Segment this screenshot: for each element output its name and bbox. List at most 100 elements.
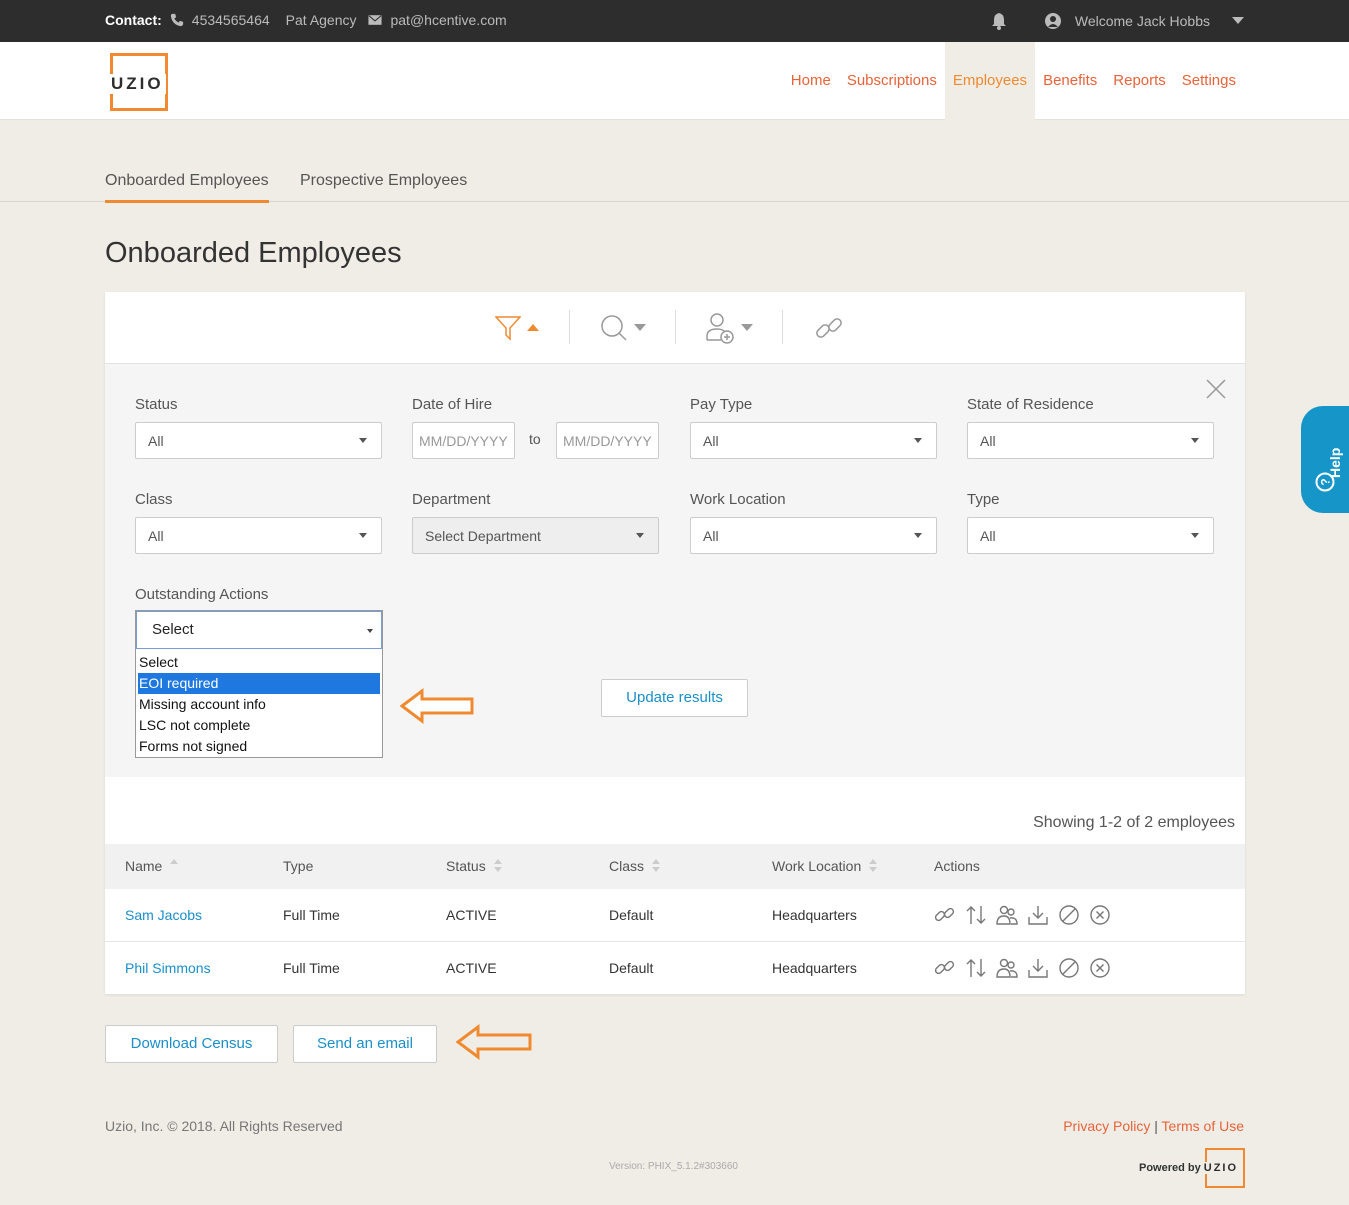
tab-onboarded-employees[interactable]: Onboarded Employees — [105, 172, 269, 203]
employee-location: Headquarters — [772, 960, 857, 976]
chevron-down-icon — [741, 324, 753, 331]
sub-tabs: Onboarded Employees Prospective Employee… — [0, 120, 1349, 203]
option-missing-account-info[interactable]: Missing account info — [138, 694, 380, 715]
outstanding-actions-select[interactable]: Select Select EOI required Missing accou… — [135, 610, 383, 758]
hire-date-to-input[interactable]: MM/DD/YYYY — [556, 422, 659, 459]
transfer-icon[interactable] — [965, 957, 987, 979]
terms-of-use-link[interactable]: Terms of Use — [1162, 1118, 1244, 1134]
outstanding-actions-options: Select EOI required Missing account info… — [136, 649, 382, 760]
update-results-button[interactable]: Update results — [601, 679, 748, 717]
filter-icon — [495, 316, 521, 341]
status-select[interactable]: All — [135, 422, 382, 459]
results-count: Showing 1-2 of 2 employees — [1033, 814, 1235, 831]
nav-reports[interactable]: Reports — [1105, 42, 1174, 120]
download-census-button[interactable]: Download Census — [105, 1025, 278, 1063]
user-avatar-icon — [1044, 13, 1061, 29]
copyright: Uzio, Inc. © 2018. All Rights Reserved — [105, 1118, 343, 1134]
filter-panel: Status All Date of Hire MM/DD/YYYY to MM… — [105, 364, 1245, 777]
employee-location: Headquarters — [772, 907, 857, 923]
nav-settings[interactable]: Settings — [1174, 42, 1244, 120]
search-icon — [601, 315, 627, 341]
dependents-icon[interactable] — [996, 904, 1018, 926]
state-label: State of Residence — [967, 396, 1094, 413]
outstanding-actions-value[interactable]: Select — [136, 611, 382, 649]
state-select[interactable]: All — [967, 422, 1214, 459]
footer-links: Privacy Policy | Terms of Use — [1063, 1118, 1244, 1134]
employee-name-link[interactable]: Sam Jacobs — [125, 907, 202, 923]
column-header-work-location[interactable]: Work Location — [772, 858, 878, 874]
chevron-down-icon[interactable] — [1232, 17, 1244, 25]
filter-toggle[interactable] — [495, 312, 539, 344]
type-select[interactable]: All — [967, 517, 1214, 554]
help-tab[interactable]: Help ? — [1301, 406, 1349, 513]
phone-icon — [170, 13, 183, 27]
employee-type: Full Time — [283, 907, 340, 923]
link-toggle[interactable] — [813, 312, 845, 344]
sort-asc-icon — [170, 859, 179, 873]
main-nav: Home Subscriptions Employees Benefits Re… — [783, 42, 1244, 120]
question-icon: ? — [1315, 472, 1335, 492]
nav-subscriptions[interactable]: Subscriptions — [839, 42, 945, 120]
row-actions — [934, 904, 1111, 926]
department-label: Department — [412, 491, 491, 508]
date-of-hire-label: Date of Hire — [412, 396, 493, 413]
work-location-label: Work Location — [690, 491, 786, 508]
nav-home[interactable]: Home — [783, 42, 839, 120]
dependents-icon[interactable] — [996, 957, 1018, 979]
department-select[interactable]: Select Department — [412, 517, 659, 554]
employee-name-link[interactable]: Phil Simmons — [125, 960, 211, 976]
nav-employees[interactable]: Employees — [944, 42, 1036, 120]
annotation-arrow-left — [400, 688, 474, 724]
transfer-icon[interactable] — [965, 904, 987, 926]
caret-up-icon — [527, 324, 539, 331]
tab-prospective-employees[interactable]: Prospective Employees — [300, 172, 467, 200]
link-icon[interactable] — [934, 904, 956, 926]
annotation-arrow-left — [456, 1024, 532, 1060]
class-select[interactable]: All — [135, 517, 382, 554]
contact-agency: Pat Agency — [285, 12, 357, 28]
sort-icon — [493, 859, 502, 873]
option-lsc-not-complete[interactable]: LSC not complete — [138, 715, 380, 736]
sort-icon — [869, 859, 878, 873]
contact-label: Contact: — [105, 12, 162, 28]
table-row: Phil Simmons Full Time ACTIVE Default He… — [105, 942, 1245, 995]
privacy-policy-link[interactable]: Privacy Policy — [1063, 1118, 1150, 1134]
date-to-label: to — [529, 431, 541, 447]
block-icon[interactable] — [1058, 904, 1080, 926]
pay-type-select[interactable]: All — [690, 422, 937, 459]
column-header-status[interactable]: Status — [446, 858, 502, 874]
hire-date-from-input[interactable]: MM/DD/YYYY — [412, 422, 515, 459]
bell-icon[interactable] — [991, 12, 1007, 30]
footer-separator: | — [1154, 1118, 1158, 1134]
contact-email[interactable]: pat@hcentive.com — [390, 12, 506, 28]
work-location-select[interactable]: All — [690, 517, 937, 554]
add-employee-toggle[interactable] — [705, 312, 753, 344]
block-icon[interactable] — [1058, 957, 1080, 979]
search-toggle[interactable] — [600, 312, 646, 344]
nav-benefits[interactable]: Benefits — [1035, 42, 1105, 120]
link-icon — [816, 318, 842, 338]
status-label: Status — [135, 396, 178, 413]
link-icon[interactable] — [934, 957, 956, 979]
column-header-name[interactable]: Name — [125, 858, 179, 874]
mail-icon — [368, 15, 383, 25]
remove-icon[interactable] — [1089, 957, 1111, 979]
send-email-button[interactable]: Send an email — [293, 1025, 437, 1063]
remove-icon[interactable] — [1089, 904, 1111, 926]
welcome-user[interactable]: Welcome Jack Hobbs — [1075, 13, 1210, 29]
option-eoi-required[interactable]: EOI required — [138, 673, 380, 694]
uzio-logo[interactable]: UZIO — [109, 53, 168, 111]
employee-class: Default — [609, 960, 654, 976]
table-header: Name Type Status Class Work Location Act… — [105, 844, 1245, 889]
employee-class: Default — [609, 907, 654, 923]
download-icon[interactable] — [1027, 904, 1049, 926]
employee-type: Full Time — [283, 960, 340, 976]
download-icon[interactable] — [1027, 957, 1049, 979]
close-icon[interactable] — [1205, 378, 1227, 400]
sort-icon — [652, 859, 661, 873]
option-select[interactable]: Select — [138, 652, 380, 673]
column-header-class[interactable]: Class — [609, 858, 661, 874]
option-forms-not-signed[interactable]: Forms not signed — [138, 736, 380, 757]
contact-info: Contact: 4534565464 Pat Agency pat@hcent… — [105, 12, 507, 28]
top-bar: Contact: 4534565464 Pat Agency pat@hcent… — [0, 0, 1349, 42]
